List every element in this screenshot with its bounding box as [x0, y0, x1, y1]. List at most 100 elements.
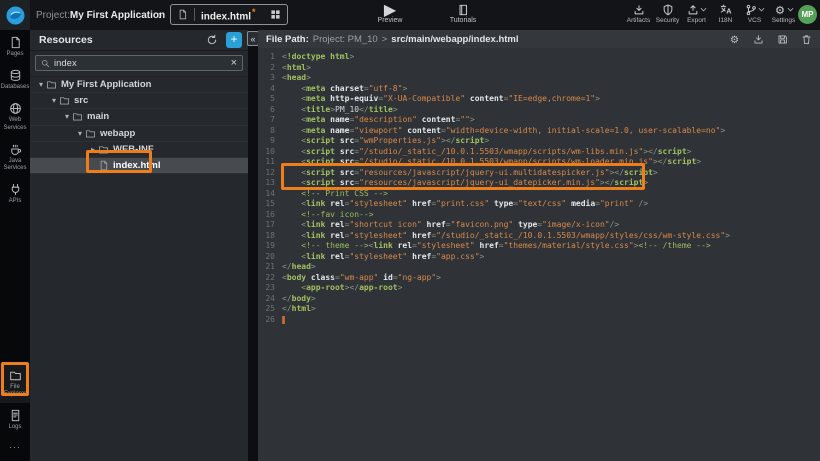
line-number: 22	[258, 273, 282, 284]
code-line-2[interactable]: 2<html>	[258, 63, 820, 74]
svg-text:⚙: ⚙	[775, 4, 785, 16]
tab-index-html[interactable]: index.html*	[170, 4, 288, 25]
tree-node-webapp[interactable]: ▾webapp	[30, 126, 248, 142]
search-input[interactable]	[54, 58, 231, 69]
line-number: 16	[258, 210, 282, 221]
code-line-14[interactable]: 14 <!-- Print CSS -->	[258, 189, 820, 200]
security-button[interactable]: Security	[653, 3, 682, 24]
code-line-19[interactable]: 19 <!-- theme --><link rel="stylesheet" …	[258, 241, 820, 252]
line-number: 21	[258, 262, 282, 273]
code-line-10[interactable]: 10 <script src="/studio/_static_/10.0.1.…	[258, 147, 820, 158]
unsaved-indicator: *	[252, 7, 256, 17]
sidebar-item-apis[interactable]: APIs	[0, 177, 30, 210]
download-file-icon[interactable]	[753, 34, 764, 45]
tree-node-index-html[interactable]: index.html	[30, 158, 248, 174]
left-rail-bottom-group: File ExplorerLogs	[0, 363, 30, 437]
page-icon	[9, 36, 22, 49]
grid-icon[interactable]	[270, 9, 281, 20]
code-line-11[interactable]: 11 <script src="/studio/_static_/10.0.1.…	[258, 157, 820, 168]
sidebar-item-pages[interactable]: Pages	[0, 30, 30, 63]
code-line-20[interactable]: 20 <link rel="stylesheet" href="app.css"…	[258, 252, 820, 263]
code-line-5[interactable]: 5 <meta http-equiv="X-UA-Compatible" con…	[258, 94, 820, 105]
tree-toggle-icon[interactable]: ▾	[75, 129, 85, 138]
line-number: 3	[258, 73, 282, 84]
code-line-13[interactable]: 13 <script src="resources/javascript/jqu…	[258, 178, 820, 189]
code-line-26[interactable]: 26	[258, 315, 820, 326]
code-line-6[interactable]: 6 <title>PM_10</title>	[258, 105, 820, 116]
tree-toggle-icon[interactable]: ▸	[88, 145, 98, 154]
line-number: 14	[258, 189, 282, 200]
code-line-7[interactable]: 7 <meta name="description" content="">	[258, 115, 820, 126]
file-path-value: src/main/webapp/index.html	[391, 34, 729, 45]
code-line-24[interactable]: 24</body>	[258, 294, 820, 305]
code-line-8[interactable]: 8 <meta name="viewport" content="width=d…	[258, 126, 820, 137]
file-tree: ▾My First Application▾src▾main▾webapp▸WE…	[30, 77, 248, 174]
code-line-15[interactable]: 15 <link rel="stylesheet" href="print.cs…	[258, 199, 820, 210]
sidebar-item-file-explorer[interactable]: File Explorer	[0, 363, 30, 403]
play-icon: ▶	[384, 3, 396, 16]
sidebar-item-web-services[interactable]: Web Services	[0, 96, 30, 136]
delete-file-icon[interactable]	[801, 34, 812, 45]
tree-toggle-icon[interactable]: ▾	[36, 80, 46, 89]
app-logo[interactable]	[0, 0, 30, 30]
clear-search-icon[interactable]: ×	[231, 58, 237, 69]
export-button[interactable]: Export	[682, 3, 711, 24]
preview-button[interactable]: ▶ Preview	[366, 3, 414, 24]
code-line-18[interactable]: 18 <link rel="stylesheet" href="/studio/…	[258, 231, 820, 242]
code-line-12[interactable]: 12 <script src="resources/javascript/jqu…	[258, 168, 820, 179]
i18n-icon: A	[720, 4, 732, 16]
user-avatar[interactable]: MP	[798, 5, 817, 24]
refresh-icon[interactable]	[206, 34, 218, 46]
artifacts-button[interactable]: Artifacts	[624, 3, 653, 24]
code-line-16[interactable]: 16 <!--fav icon-->	[258, 210, 820, 221]
tutorials-button[interactable]: Tutorials	[439, 3, 487, 24]
tree-node-main[interactable]: ▾main	[30, 109, 248, 125]
line-number: 8	[258, 126, 282, 137]
file-path-project: Project: PM_10	[313, 34, 378, 45]
code-line-17[interactable]: 17 <link rel="shortcut icon" href="favic…	[258, 220, 820, 231]
line-number: 12	[258, 168, 282, 179]
code-line-3[interactable]: 3<head>	[258, 73, 820, 84]
tree-node-src[interactable]: ▾src	[30, 93, 248, 109]
resources-search-row: ×	[30, 51, 248, 77]
code-line-22[interactable]: 22<body class="wm-app" id="ng-app">	[258, 273, 820, 284]
settings-button[interactable]: ⚙Settings	[769, 3, 798, 24]
tree-node-my-first-application[interactable]: ▾My First Application	[30, 77, 248, 93]
tree-toggle-icon[interactable]: ▾	[62, 112, 72, 121]
line-number: 7	[258, 115, 282, 126]
vcs-button[interactable]: VCS	[740, 3, 769, 24]
svg-text:⚙: ⚙	[730, 35, 739, 45]
add-resource-button[interactable]: +	[226, 32, 242, 48]
studio-window: Project: My First Application › index.ht…	[0, 0, 820, 461]
line-number: 5	[258, 94, 282, 105]
tab-divider	[194, 8, 195, 21]
sidebar-item-databases[interactable]: Databases	[0, 63, 30, 96]
code-line-23[interactable]: 23 <app-root></app-root>	[258, 283, 820, 294]
upload-icon	[687, 4, 699, 16]
line-number: 19	[258, 241, 282, 252]
code-line-4[interactable]: 4 <meta charset="utf-8">	[258, 84, 820, 95]
file-path-bar: File Path: Project: PM_10 > src/main/web…	[258, 30, 820, 48]
line-number: 23	[258, 283, 282, 294]
chevron-down-icon	[700, 7, 707, 12]
i18n-button[interactable]: AI18N	[711, 3, 740, 24]
code-line-1[interactable]: 1<!doctype html>	[258, 52, 820, 63]
line-number: 20	[258, 252, 282, 263]
tab-label: index.html*	[201, 7, 256, 22]
folder-icon	[9, 369, 22, 382]
code-line-25[interactable]: 25</html>	[258, 304, 820, 315]
sidebar-item-logs[interactable]: Logs	[0, 403, 30, 436]
rail-overflow-button[interactable]: ···	[0, 442, 30, 452]
line-number: 4	[258, 84, 282, 95]
line-number: 9	[258, 136, 282, 147]
tree-toggle-icon[interactable]: ▾	[49, 96, 59, 105]
save-file-icon[interactable]	[777, 34, 788, 45]
editor-settings-gear-icon[interactable]: ⚙	[729, 34, 740, 45]
code-line-21[interactable]: 21</head>	[258, 262, 820, 273]
sidebar-item-java-services[interactable]: Java Services	[0, 137, 30, 177]
line-number: 10	[258, 147, 282, 158]
code-area[interactable]: 1<!doctype html>2<html>3<head>4 <meta ch…	[258, 48, 820, 325]
code-line-9[interactable]: 9 <script src="wmProperties.js"></script…	[258, 136, 820, 147]
folder-icon	[46, 79, 57, 90]
tree-node-web-inf[interactable]: ▸WEB-INF	[30, 142, 248, 158]
